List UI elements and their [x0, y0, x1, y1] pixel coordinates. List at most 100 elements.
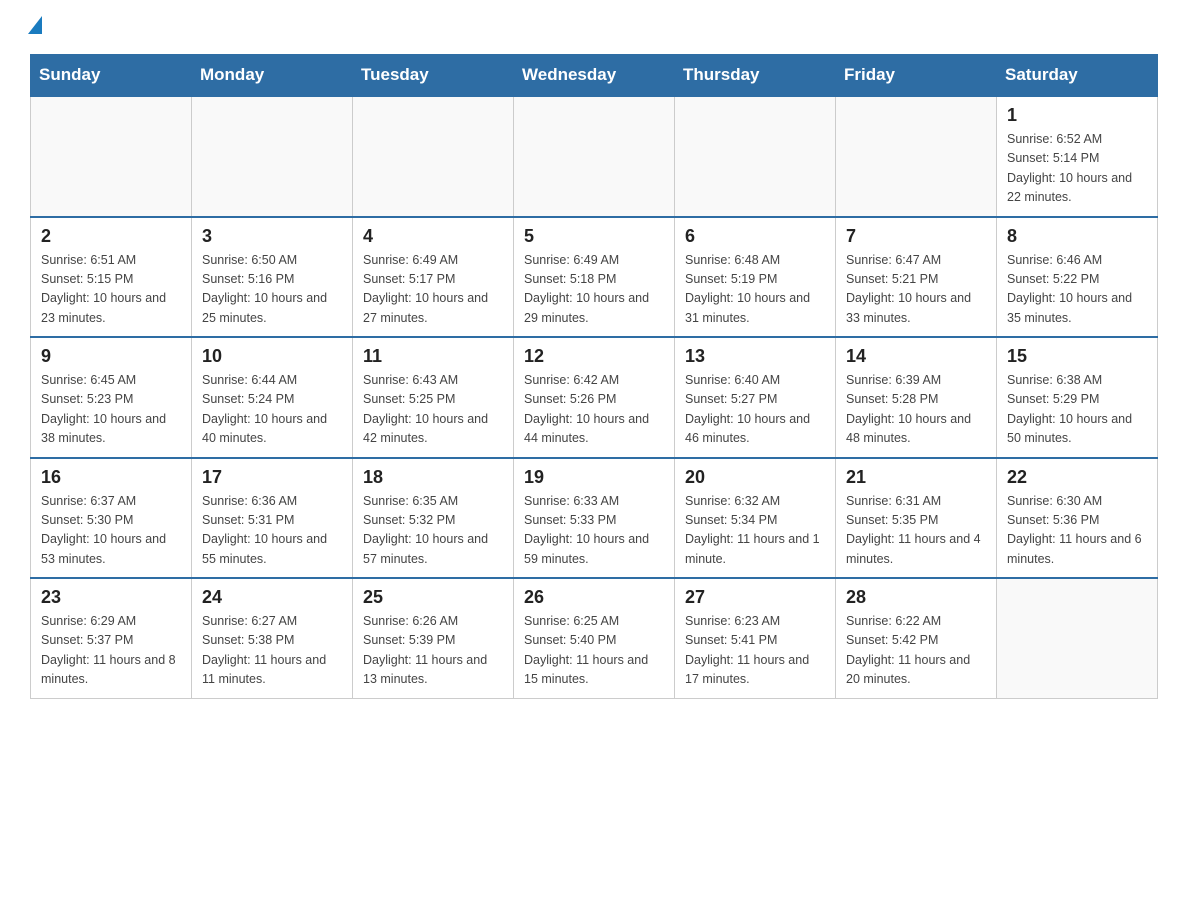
calendar-cell: 21 Sunrise: 6:31 AM Sunset: 5:35 PM Dayli…	[836, 458, 997, 579]
calendar-cell: 13 Sunrise: 6:40 AM Sunset: 5:27 PM Dayli…	[675, 337, 836, 458]
day-number: 7	[846, 226, 986, 247]
calendar-cell: 14 Sunrise: 6:39 AM Sunset: 5:28 PM Dayli…	[836, 337, 997, 458]
day-header-friday: Friday	[836, 55, 997, 97]
day-number: 23	[41, 587, 181, 608]
day-number: 9	[41, 346, 181, 367]
calendar-cell: 24 Sunrise: 6:27 AM Sunset: 5:38 PM Dayli…	[192, 578, 353, 698]
day-number: 1	[1007, 105, 1147, 126]
day-info: Sunrise: 6:39 AM Sunset: 5:28 PM Dayligh…	[846, 371, 986, 449]
day-number: 4	[363, 226, 503, 247]
day-info: Sunrise: 6:50 AM Sunset: 5:16 PM Dayligh…	[202, 251, 342, 329]
day-info: Sunrise: 6:44 AM Sunset: 5:24 PM Dayligh…	[202, 371, 342, 449]
logo	[30, 20, 42, 34]
calendar-cell: 12 Sunrise: 6:42 AM Sunset: 5:26 PM Dayli…	[514, 337, 675, 458]
day-number: 13	[685, 346, 825, 367]
calendar-cell: 6 Sunrise: 6:48 AM Sunset: 5:19 PM Daylig…	[675, 217, 836, 338]
calendar-cell: 17 Sunrise: 6:36 AM Sunset: 5:31 PM Dayli…	[192, 458, 353, 579]
day-header-sunday: Sunday	[31, 55, 192, 97]
day-info: Sunrise: 6:27 AM Sunset: 5:38 PM Dayligh…	[202, 612, 342, 690]
day-number: 5	[524, 226, 664, 247]
day-info: Sunrise: 6:49 AM Sunset: 5:17 PM Dayligh…	[363, 251, 503, 329]
day-info: Sunrise: 6:29 AM Sunset: 5:37 PM Dayligh…	[41, 612, 181, 690]
day-number: 15	[1007, 346, 1147, 367]
calendar-cell: 23 Sunrise: 6:29 AM Sunset: 5:37 PM Dayli…	[31, 578, 192, 698]
day-number: 27	[685, 587, 825, 608]
day-info: Sunrise: 6:36 AM Sunset: 5:31 PM Dayligh…	[202, 492, 342, 570]
day-info: Sunrise: 6:37 AM Sunset: 5:30 PM Dayligh…	[41, 492, 181, 570]
logo-triangle-icon	[28, 16, 42, 34]
calendar-cell: 3 Sunrise: 6:50 AM Sunset: 5:16 PM Daylig…	[192, 217, 353, 338]
day-info: Sunrise: 6:47 AM Sunset: 5:21 PM Dayligh…	[846, 251, 986, 329]
day-number: 3	[202, 226, 342, 247]
day-info: Sunrise: 6:30 AM Sunset: 5:36 PM Dayligh…	[1007, 492, 1147, 570]
calendar-cell: 7 Sunrise: 6:47 AM Sunset: 5:21 PM Daylig…	[836, 217, 997, 338]
calendar-cell: 28 Sunrise: 6:22 AM Sunset: 5:42 PM Dayli…	[836, 578, 997, 698]
day-header-tuesday: Tuesday	[353, 55, 514, 97]
page-header	[30, 20, 1158, 34]
day-info: Sunrise: 6:51 AM Sunset: 5:15 PM Dayligh…	[41, 251, 181, 329]
day-number: 14	[846, 346, 986, 367]
calendar-cell: 27 Sunrise: 6:23 AM Sunset: 5:41 PM Dayli…	[675, 578, 836, 698]
calendar-table: SundayMondayTuesdayWednesdayThursdayFrid…	[30, 54, 1158, 699]
day-number: 25	[363, 587, 503, 608]
day-info: Sunrise: 6:43 AM Sunset: 5:25 PM Dayligh…	[363, 371, 503, 449]
calendar-cell: 10 Sunrise: 6:44 AM Sunset: 5:24 PM Dayli…	[192, 337, 353, 458]
calendar-cell	[514, 96, 675, 217]
day-number: 6	[685, 226, 825, 247]
day-number: 19	[524, 467, 664, 488]
calendar-cell: 16 Sunrise: 6:37 AM Sunset: 5:30 PM Dayli…	[31, 458, 192, 579]
day-info: Sunrise: 6:38 AM Sunset: 5:29 PM Dayligh…	[1007, 371, 1147, 449]
header-row: SundayMondayTuesdayWednesdayThursdayFrid…	[31, 55, 1158, 97]
calendar-cell: 20 Sunrise: 6:32 AM Sunset: 5:34 PM Dayli…	[675, 458, 836, 579]
calendar-cell	[31, 96, 192, 217]
day-number: 12	[524, 346, 664, 367]
week-row-4: 16 Sunrise: 6:37 AM Sunset: 5:30 PM Dayli…	[31, 458, 1158, 579]
day-info: Sunrise: 6:31 AM Sunset: 5:35 PM Dayligh…	[846, 492, 986, 570]
calendar-cell: 19 Sunrise: 6:33 AM Sunset: 5:33 PM Dayli…	[514, 458, 675, 579]
day-number: 21	[846, 467, 986, 488]
day-info: Sunrise: 6:33 AM Sunset: 5:33 PM Dayligh…	[524, 492, 664, 570]
day-info: Sunrise: 6:32 AM Sunset: 5:34 PM Dayligh…	[685, 492, 825, 570]
week-row-1: 1Sunrise: 6:52 AM Sunset: 5:14 PM Daylig…	[31, 96, 1158, 217]
calendar-cell: 26 Sunrise: 6:25 AM Sunset: 5:40 PM Dayli…	[514, 578, 675, 698]
day-info: Sunrise: 6:35 AM Sunset: 5:32 PM Dayligh…	[363, 492, 503, 570]
day-info: Sunrise: 6:22 AM Sunset: 5:42 PM Dayligh…	[846, 612, 986, 690]
calendar-cell: 9Sunrise: 6:45 AM Sunset: 5:23 PM Daylig…	[31, 337, 192, 458]
calendar-cell: 15 Sunrise: 6:38 AM Sunset: 5:29 PM Dayli…	[997, 337, 1158, 458]
day-number: 16	[41, 467, 181, 488]
calendar-cell: 4 Sunrise: 6:49 AM Sunset: 5:17 PM Daylig…	[353, 217, 514, 338]
day-info: Sunrise: 6:46 AM Sunset: 5:22 PM Dayligh…	[1007, 251, 1147, 329]
day-number: 22	[1007, 467, 1147, 488]
calendar-cell: 1Sunrise: 6:52 AM Sunset: 5:14 PM Daylig…	[997, 96, 1158, 217]
day-number: 17	[202, 467, 342, 488]
calendar-cell: 8Sunrise: 6:46 AM Sunset: 5:22 PM Daylig…	[997, 217, 1158, 338]
day-number: 26	[524, 587, 664, 608]
day-info: Sunrise: 6:42 AM Sunset: 5:26 PM Dayligh…	[524, 371, 664, 449]
day-number: 18	[363, 467, 503, 488]
week-row-2: 2 Sunrise: 6:51 AM Sunset: 5:15 PM Daylig…	[31, 217, 1158, 338]
week-row-3: 9Sunrise: 6:45 AM Sunset: 5:23 PM Daylig…	[31, 337, 1158, 458]
day-number: 24	[202, 587, 342, 608]
week-row-5: 23 Sunrise: 6:29 AM Sunset: 5:37 PM Dayli…	[31, 578, 1158, 698]
day-number: 11	[363, 346, 503, 367]
calendar-cell: 22 Sunrise: 6:30 AM Sunset: 5:36 PM Dayli…	[997, 458, 1158, 579]
day-number: 28	[846, 587, 986, 608]
calendar-cell	[997, 578, 1158, 698]
calendar-cell: 25 Sunrise: 6:26 AM Sunset: 5:39 PM Dayli…	[353, 578, 514, 698]
calendar-cell: 2 Sunrise: 6:51 AM Sunset: 5:15 PM Daylig…	[31, 217, 192, 338]
day-info: Sunrise: 6:26 AM Sunset: 5:39 PM Dayligh…	[363, 612, 503, 690]
day-header-monday: Monday	[192, 55, 353, 97]
calendar-cell	[192, 96, 353, 217]
day-header-saturday: Saturday	[997, 55, 1158, 97]
calendar-cell	[836, 96, 997, 217]
day-info: Sunrise: 6:49 AM Sunset: 5:18 PM Dayligh…	[524, 251, 664, 329]
day-number: 2	[41, 226, 181, 247]
day-info: Sunrise: 6:23 AM Sunset: 5:41 PM Dayligh…	[685, 612, 825, 690]
day-number: 20	[685, 467, 825, 488]
day-number: 10	[202, 346, 342, 367]
day-info: Sunrise: 6:48 AM Sunset: 5:19 PM Dayligh…	[685, 251, 825, 329]
calendar-cell: 11 Sunrise: 6:43 AM Sunset: 5:25 PM Dayli…	[353, 337, 514, 458]
day-info: Sunrise: 6:25 AM Sunset: 5:40 PM Dayligh…	[524, 612, 664, 690]
day-info: Sunrise: 6:40 AM Sunset: 5:27 PM Dayligh…	[685, 371, 825, 449]
day-header-wednesday: Wednesday	[514, 55, 675, 97]
